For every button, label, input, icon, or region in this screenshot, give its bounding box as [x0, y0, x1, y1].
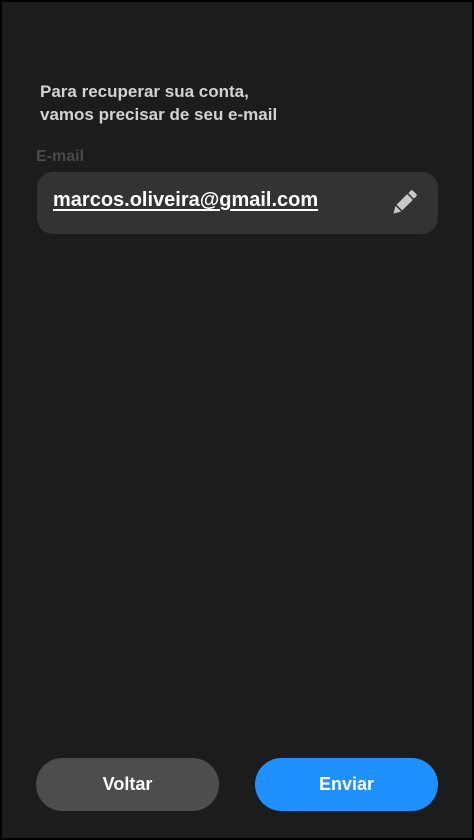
back-button[interactable]: Voltar [36, 758, 219, 811]
pencil-icon[interactable] [388, 187, 420, 219]
email-value: marcos.oliveira@gmail.com [53, 189, 319, 211]
intro-text: Para recuperar sua conta, vamos precisar… [40, 80, 420, 126]
email-label: E-mail [36, 148, 85, 165]
intro-line-2: vamos precisar de seu e-mail [40, 105, 278, 124]
send-button[interactable]: Enviar [255, 758, 438, 811]
email-field[interactable]: marcos.oliveira@gmail.com [37, 172, 438, 234]
recover-account-screen: Para recuperar sua conta, vamos precisar… [0, 0, 474, 840]
intro-line-1: Para recuperar sua conta, [40, 82, 249, 101]
